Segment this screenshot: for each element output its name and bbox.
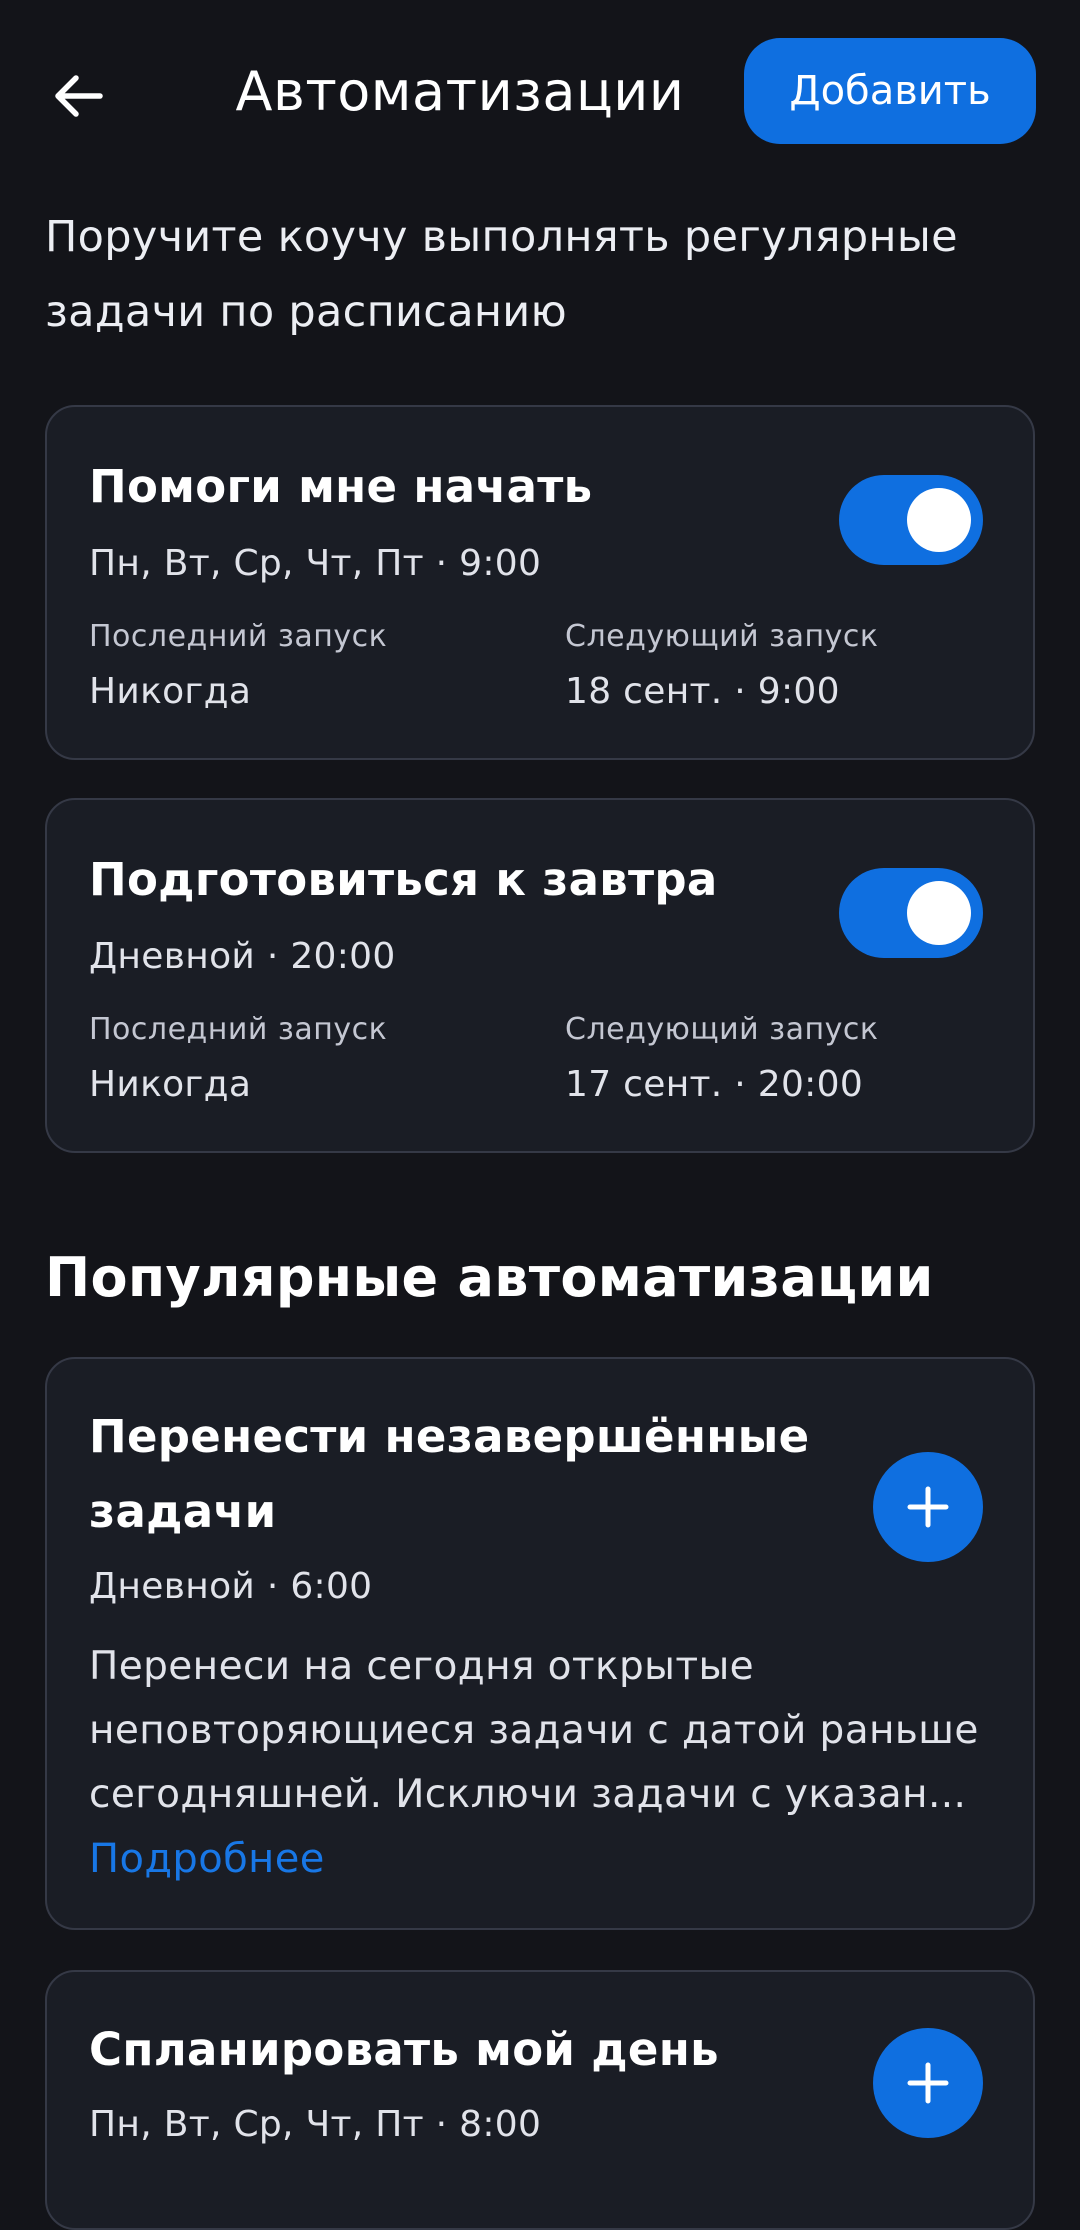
- last-run-label: Последний запуск: [89, 619, 388, 654]
- popular-automation-description: Перенеси на сегодня открытые неповторяющ…: [89, 1635, 1049, 1827]
- popular-automation-card[interactable]: Спланировать мой день Пн, Вт, Ср, Чт, Пт…: [45, 1970, 1035, 2230]
- last-run-label: Последний запуск: [89, 1012, 388, 1047]
- plus-icon: [907, 2062, 949, 2104]
- automation-schedule: Дневной · 20:00: [89, 936, 396, 977]
- page-description-line: задачи по расписанию: [45, 287, 567, 337]
- automation-card[interactable]: Помоги мне начать Пн, Вт, Ср, Чт, Пт · 9…: [45, 405, 1035, 760]
- automation-title: Помоги мне начать: [89, 460, 593, 513]
- next-run-label: Следующий запуск: [565, 1012, 879, 1047]
- more-details-link[interactable]: Подробнее: [89, 1829, 325, 1889]
- add-popular-automation-button[interactable]: [873, 2028, 983, 2138]
- popular-automation-title: Спланировать мой день: [89, 2023, 719, 2076]
- toggle-knob: [907, 881, 971, 945]
- popular-automation-title-line: задачи: [89, 1485, 277, 1538]
- automation-schedule: Пн, Вт, Ср, Чт, Пт · 9:00: [89, 543, 542, 584]
- description-line: сегодняшней. Исключи задачи с указан...: [89, 1772, 967, 1817]
- last-run-value: Никогда: [89, 1064, 252, 1105]
- section-title-popular: Популярные автоматизации: [45, 1246, 934, 1309]
- page-title: Автоматизации: [235, 60, 685, 123]
- popular-automation-schedule: Дневной · 6:00: [89, 1566, 373, 1607]
- arrow-left-icon: [55, 75, 103, 117]
- automation-toggle[interactable]: [839, 868, 983, 958]
- next-run-value: 18 сент. · 9:00: [565, 671, 840, 712]
- automation-title: Подготовиться к завтра: [89, 853, 718, 906]
- toggle-knob: [907, 488, 971, 552]
- description-line: неповторяющиеся задачи с датой раньше: [89, 1708, 979, 1753]
- add-automation-button[interactable]: Добавить: [744, 38, 1036, 144]
- page-description-line: Поручите коучу выполнять регулярные: [45, 212, 958, 262]
- back-button[interactable]: [38, 56, 118, 136]
- popular-automation-schedule: Пн, Вт, Ср, Чт, Пт · 8:00: [89, 2104, 542, 2145]
- next-run-value: 17 сент. · 20:00: [565, 1064, 864, 1105]
- plus-icon: [907, 1486, 949, 1528]
- popular-automation-title-line: Перенести незавершённые: [89, 1410, 810, 1463]
- last-run-value: Никогда: [89, 671, 252, 712]
- popular-automation-card[interactable]: Перенести незавершённые задачи Дневной ·…: [45, 1357, 1035, 1930]
- page-description: Поручите коучу выполнять регулярные зада…: [45, 200, 1045, 350]
- popular-automation-title: Перенести незавершённые задачи: [89, 1399, 809, 1549]
- automation-card[interactable]: Подготовиться к завтра Дневной · 20:00 П…: [45, 798, 1035, 1153]
- app-header: Автоматизации Добавить: [0, 0, 1080, 185]
- add-popular-automation-button[interactable]: [873, 1452, 983, 1562]
- automation-toggle[interactable]: [839, 475, 983, 565]
- description-line: Перенеси на сегодня открытые: [89, 1644, 755, 1689]
- next-run-label: Следующий запуск: [565, 619, 879, 654]
